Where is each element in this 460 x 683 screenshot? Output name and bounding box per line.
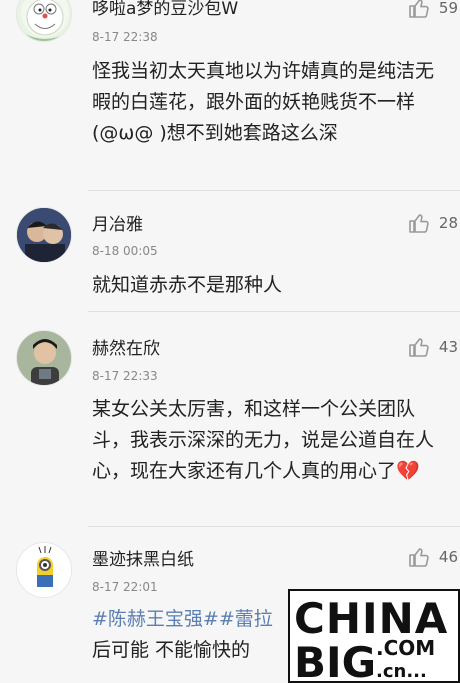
comment-feed: 哆啦a梦的豆沙包W 8-17 22:38 59 怪我当初太天真地以为许婧真的是纯…: [0, 0, 460, 683]
chinabig-logo: CHINA BIG .COM .cn...: [294, 594, 447, 681]
watermark-suffix-bottom: .cn...: [376, 661, 427, 681]
thumbs-up-icon: [409, 214, 429, 233]
watermark-line2: BIG: [294, 638, 376, 681]
thumbs-up-icon: [409, 0, 429, 18]
comment-timestamp: 8-17 22:33: [92, 369, 158, 383]
comment-author-name[interactable]: 哆啦a梦的豆沙包W: [92, 0, 238, 19]
comment-text: 就知道赤赤不是那种人: [92, 274, 283, 296]
watermark-logo: CHINA BIG .COM .cn...: [288, 589, 460, 683]
watermark-suffix-top: .COM: [376, 636, 435, 660]
comment-author-name[interactable]: 墨迹抹黑白纸: [92, 545, 194, 570]
comment-text-body: 某女公关太厉害，和这样一个公关团队斗，我表示深深的无力，说是公道自在人心，现在大…: [92, 398, 435, 482]
comment-author-name[interactable]: 赫然在欣: [92, 334, 160, 359]
comment-timestamp: 8-17 22:38: [92, 30, 158, 44]
like-count: 28: [438, 214, 458, 232]
comment-item: 月冶雅 8-18 00:05 28 就知道赤赤不是那种人: [0, 192, 460, 312]
like-count: 46: [438, 548, 458, 566]
like-button[interactable]: 43: [368, 335, 460, 359]
thumbs-up-icon: [409, 548, 429, 567]
divider: [88, 526, 460, 527]
person-photo-icon: [17, 331, 71, 385]
doraemon-icon: [21, 0, 69, 41]
avatar[interactable]: [16, 330, 72, 386]
comment-timestamp: 8-18 00:05: [92, 244, 158, 258]
like-button[interactable]: 59: [368, 0, 460, 20]
couple-photo-icon: [17, 208, 71, 262]
comment-item: 赫然在欣 8-17 22:33 43 某女公关太厉害，和这样一个公关团队斗，我表…: [0, 312, 460, 528]
comment-item: 哆啦a梦的豆沙包W 8-17 22:38 59 怪我当初太天真地以为许婧真的是纯…: [0, 0, 460, 192]
comment-timestamp: 8-17 22:01: [92, 580, 158, 594]
broken-heart-emoji: 💔: [396, 460, 420, 482]
like-button[interactable]: 28: [368, 211, 460, 235]
comment-text: 某女公关太厉害，和这样一个公关团队斗，我表示深深的无力，说是公道自在人心，现在大…: [92, 394, 452, 487]
comment-text: 怪我当初太天真地以为许婧真的是纯洁无暇的白莲花，跟外面的妖艳贱货不一样(@ω@ …: [92, 60, 435, 144]
like-button[interactable]: 46: [368, 545, 460, 569]
like-count: 43: [438, 338, 458, 356]
minion-icon: [17, 543, 71, 597]
avatar[interactable]: [16, 542, 72, 598]
avatar[interactable]: [16, 207, 72, 263]
comment-author-name[interactable]: 月冶雅: [92, 210, 143, 235]
divider: [88, 190, 460, 191]
thumbs-up-icon: [409, 338, 429, 357]
avatar[interactable]: [16, 0, 72, 42]
like-count: 59: [438, 0, 458, 17]
